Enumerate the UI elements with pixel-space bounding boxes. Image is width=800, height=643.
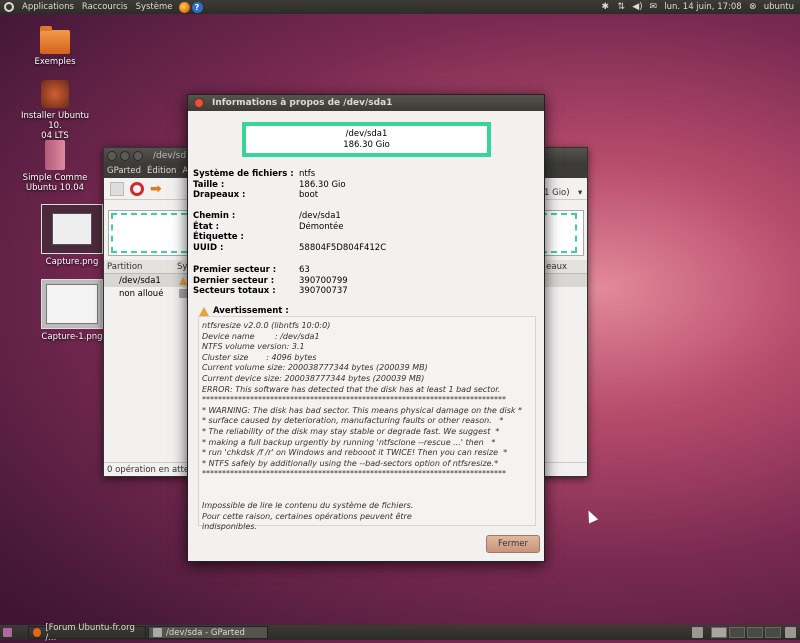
close-icon[interactable] xyxy=(107,151,117,161)
field-value: Démontée xyxy=(299,221,344,232)
gparted-icon xyxy=(153,628,162,637)
show-desktop-icon[interactable] xyxy=(3,628,12,637)
field-value: /dev/sda1 xyxy=(299,211,341,221)
menu-raccourcis[interactable]: Raccourcis xyxy=(78,2,132,12)
field-label: UUID : xyxy=(193,242,224,253)
column-partition[interactable]: Partition xyxy=(107,262,177,272)
username[interactable]: ubuntu xyxy=(764,2,794,12)
field-label: Drapeaux : xyxy=(193,190,246,201)
gparted-title: /dev/sd xyxy=(153,151,187,161)
field-label: Taille : xyxy=(193,179,225,190)
desktop-icon-capture-1[interactable]: Capture-1.png xyxy=(32,279,112,342)
field-label: Premier secteur : xyxy=(193,265,277,275)
dialog-title: Informations à propos de /dev/sda1 xyxy=(212,98,393,108)
task-label: /dev/sda - GParted xyxy=(166,627,245,638)
field-label: État : xyxy=(193,221,220,232)
taskbar-item-forum[interactable]: [Forum Ubuntu-fr.org /... xyxy=(28,623,146,643)
desktop-icon-exemples[interactable]: Exemples xyxy=(15,26,95,67)
field-label: Dernier secteur : xyxy=(193,275,275,286)
close-icon[interactable] xyxy=(194,98,204,108)
resize-icon[interactable]: ➡ xyxy=(150,182,164,196)
chevron-down-icon[interactable]: ▾ xyxy=(578,188,582,198)
warning-text: ntfsresize v2.0.0 (libntfs 10:0:0) Devic… xyxy=(202,321,523,532)
fs-color-swatch xyxy=(179,289,187,298)
session-icon[interactable]: ⊗ xyxy=(748,2,758,12)
field-value: 390700799 xyxy=(299,275,348,286)
partition-size: 186.30 Gio xyxy=(343,140,390,150)
workspace-4[interactable] xyxy=(765,627,781,638)
taskbar-item-gparted[interactable]: /dev/sda - GParted xyxy=(148,626,268,639)
workspace-2[interactable] xyxy=(729,627,745,638)
warning-title: Avertissement : xyxy=(213,306,289,316)
field-value: 186.30 Gio xyxy=(299,179,346,190)
bottom-panel: [Forum Ubuntu-fr.org /... /dev/sda - GPa… xyxy=(0,623,800,643)
field-label: Secteurs totaux : xyxy=(193,286,276,297)
field-value: ntfs xyxy=(299,169,316,179)
field-label: Étiquette : xyxy=(193,232,244,243)
menu-applications[interactable]: Applications xyxy=(18,2,78,12)
new-icon[interactable] xyxy=(110,181,124,196)
top-panel: Applications Raccourcis Système ? ✱ ⇅ ◀)… xyxy=(0,0,800,14)
partition-visual: /dev/sda1 186.30 Gio xyxy=(242,122,491,157)
firefox-icon[interactable] xyxy=(178,1,190,13)
image-thumbnail-icon xyxy=(41,204,103,254)
info-dialog[interactable]: Informations à propos de /dev/sda1 /dev/… xyxy=(187,94,545,562)
image-thumbnail-icon xyxy=(41,279,103,329)
desktop-icon-label: Capture.png xyxy=(45,257,99,267)
settings-icon[interactable]: ✱ xyxy=(600,2,610,12)
field-value: 390700737 xyxy=(299,286,348,297)
mail-icon[interactable]: ✉ xyxy=(648,2,658,12)
minimize-icon[interactable] xyxy=(120,151,130,161)
field-value: 63 xyxy=(299,265,310,275)
field-value: boot xyxy=(299,190,319,201)
disk-size-label: 1 Gio) xyxy=(544,188,570,198)
menu-systeme[interactable]: Système xyxy=(132,2,177,12)
desktop-icon-installer[interactable]: Installer Ubuntu 10. 04 LTS xyxy=(15,80,95,141)
desktop-icon-label: Installer Ubuntu 10. 04 LTS xyxy=(20,111,90,141)
ubuntu-logo-icon[interactable] xyxy=(4,2,14,12)
column-system[interactable]: Sy xyxy=(177,262,187,272)
partition-name: non alloué xyxy=(119,288,164,299)
desktop-icon-label: Capture-1.png xyxy=(41,332,103,342)
menu-edition[interactable]: Édition xyxy=(147,166,176,176)
clock[interactable]: lun. 14 juin, 17:08 xyxy=(664,2,741,12)
warning-textbox[interactable]: ntfsresize v2.0.0 (libntfs 10:0:0) Devic… xyxy=(198,316,536,531)
mouse-cursor-icon xyxy=(583,508,599,524)
partition-name: /dev/sda1 xyxy=(119,275,161,286)
volume-icon[interactable]: ◀) xyxy=(632,2,642,12)
firefox-icon xyxy=(33,628,42,637)
dialog-titlebar[interactable]: Informations à propos de /dev/sda1 xyxy=(188,95,544,111)
workspace-1[interactable] xyxy=(711,627,727,638)
desktop-icon-simple-comme[interactable]: Simple Comme Ubuntu 10.04 xyxy=(15,140,95,193)
warning-icon xyxy=(199,306,209,316)
desktop-icon-capture[interactable]: Capture.png xyxy=(32,204,112,267)
column-flags[interactable]: eaux xyxy=(546,262,587,272)
notes-icon[interactable] xyxy=(692,627,703,638)
network-icon[interactable]: ⇅ xyxy=(616,2,626,12)
help-icon[interactable]: ? xyxy=(191,1,203,13)
installer-icon xyxy=(41,80,69,108)
warning-icon xyxy=(179,276,187,285)
workspace-3[interactable] xyxy=(747,627,763,638)
desktop-icon-label: Exemples xyxy=(34,57,76,67)
delete-icon[interactable] xyxy=(130,181,144,196)
system-tray: ✱ ⇅ ◀) ✉ lun. 14 juin, 17:08 ⊗ ubuntu xyxy=(600,2,800,12)
workspace-switcher xyxy=(688,627,800,638)
desktop-icon-label: Simple Comme Ubuntu 10.04 xyxy=(22,173,88,193)
book-icon xyxy=(45,140,65,170)
partition-name: /dev/sda1 xyxy=(345,129,388,139)
warning-heading: Avertissement : xyxy=(199,306,289,316)
folder-icon xyxy=(40,26,70,54)
maximize-icon[interactable] xyxy=(133,151,143,161)
menu-gparted[interactable]: GParted xyxy=(107,166,141,176)
field-label: Système de fichiers : xyxy=(193,169,294,179)
field-value: 58804F5D804F412C xyxy=(299,242,387,253)
field-label: Chemin : xyxy=(193,211,236,221)
trash-icon[interactable] xyxy=(785,627,796,638)
close-button[interactable]: Fermer xyxy=(486,535,540,553)
